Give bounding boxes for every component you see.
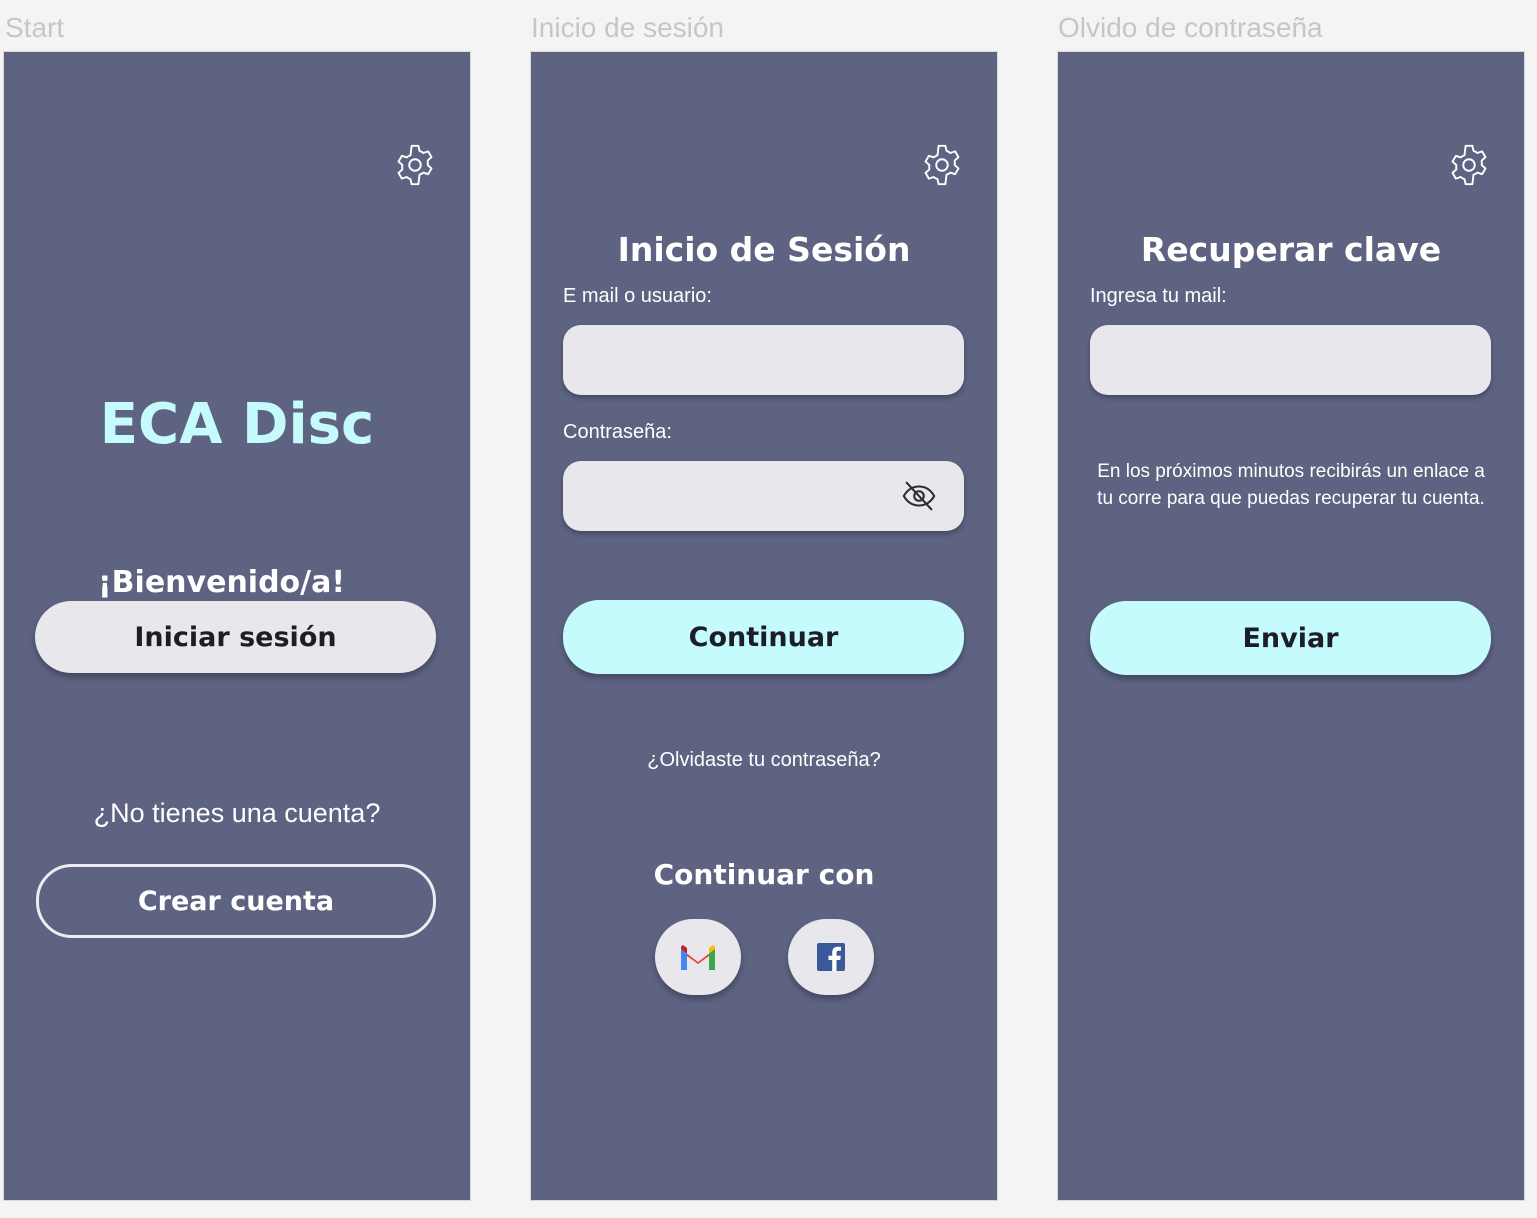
gmail-button[interactable] bbox=[655, 919, 741, 995]
start-screen: ECA Disc ¡Bienvenido/a! Iniciar sesión ¿… bbox=[4, 52, 470, 1200]
page-title: Inicio de Sesión bbox=[617, 230, 911, 269]
gmail-icon bbox=[681, 945, 715, 970]
gear-icon[interactable] bbox=[392, 142, 438, 188]
login-button[interactable]: Iniciar sesión bbox=[35, 601, 436, 673]
frame-label-recover: Olvido de contraseña bbox=[1058, 12, 1323, 43]
welcome-text: ¡Bienvenido/a! bbox=[98, 565, 346, 600]
continue-with-label: Continuar con bbox=[653, 858, 875, 891]
gear-icon[interactable] bbox=[919, 142, 965, 188]
continue-button[interactable]: Continuar bbox=[563, 600, 964, 674]
info-text-line-2: tu corre para que puedas recuperar tu cu… bbox=[1097, 488, 1485, 509]
page-title: Recuperar clave bbox=[1140, 230, 1442, 269]
frame-label-start: Start bbox=[5, 12, 65, 43]
info-text-line-1: En los próximos minutos recibirás un enl… bbox=[1097, 461, 1485, 482]
facebook-icon bbox=[817, 943, 845, 971]
facebook-button[interactable] bbox=[788, 919, 874, 995]
login-screen: Inicio de Sesión E mail o usuario: Contr… bbox=[531, 52, 997, 1200]
email-label: Ingresa tu mail: bbox=[1090, 285, 1227, 307]
email-field[interactable] bbox=[563, 325, 964, 395]
gear-icon[interactable] bbox=[1446, 142, 1492, 188]
send-button[interactable]: Enviar bbox=[1090, 601, 1491, 675]
no-account-text: ¿No tienes una cuenta? bbox=[93, 798, 381, 828]
recover-screen: Recuperar clave Ingresa tu mail: En los … bbox=[1058, 52, 1524, 1200]
email-field[interactable] bbox=[1090, 325, 1491, 395]
frame-label-login: Inicio de sesión bbox=[531, 12, 725, 43]
app-title: ECA Disc bbox=[99, 392, 375, 457]
forgot-password-link[interactable]: ¿Olvidaste tu contraseña? bbox=[531, 749, 997, 772]
password-label: Contraseña: bbox=[563, 421, 672, 443]
password-field[interactable] bbox=[563, 461, 964, 531]
create-account-button[interactable]: Crear cuenta bbox=[36, 864, 436, 938]
email-label: E mail o usuario: bbox=[563, 285, 712, 307]
eye-off-icon[interactable] bbox=[900, 477, 938, 515]
